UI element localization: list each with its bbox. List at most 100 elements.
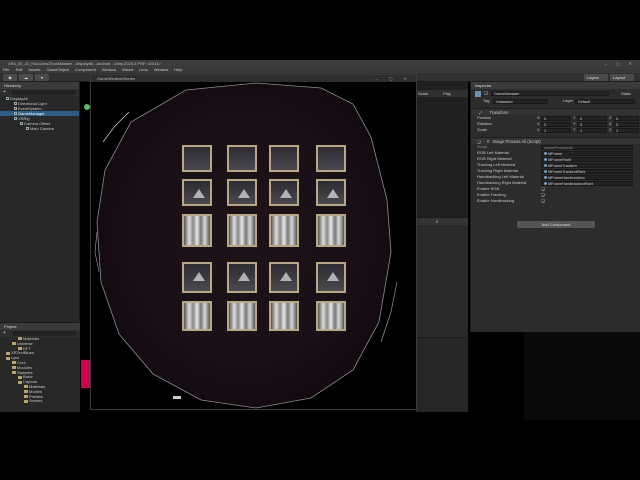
menu-item[interactable]: Edit: [16, 67, 23, 72]
layers-dropdown[interactable]: Layers: [584, 74, 608, 81]
project-tab[interactable]: Project: [0, 323, 80, 330]
material-icon: [544, 176, 547, 179]
menu-item[interactable]: Window: [154, 67, 168, 72]
folder-icon: [6, 351, 10, 355]
game-window-controls[interactable]: – ▢ ✕: [375, 75, 412, 82]
gameobject-icon: [475, 91, 481, 97]
object-header: ✓ GameManager Static: [471, 89, 640, 98]
enable-tracking-checkbox[interactable]: ✓: [541, 193, 545, 198]
folder-icon: [6, 356, 10, 360]
feed-tile: [182, 301, 212, 331]
tree-item-main-camera[interactable]: Main Camera: [0, 126, 79, 131]
scene-view-panel: Scale Play: [416, 82, 468, 217]
material-field[interactable]: MFrameHandtrackingRight: [541, 180, 633, 186]
scale-y[interactable]: 1: [577, 127, 607, 133]
menu-item[interactable]: Help: [174, 67, 182, 72]
folder-icon: [24, 390, 28, 394]
material-field[interactable]: MFrameTracking: [541, 162, 633, 168]
position-x[interactable]: 0: [541, 115, 571, 121]
inspector-tab[interactable]: Inspector: [471, 82, 640, 89]
material-field[interactable]: MFrame: [541, 150, 633, 156]
rotation-z[interactable]: 0: [613, 121, 639, 127]
rotation-x[interactable]: 0: [541, 121, 571, 127]
account-button[interactable]: ◉: [3, 74, 17, 81]
console-panel: [416, 337, 468, 412]
hierarchy-search-input[interactable]: [12, 90, 76, 95]
enable-handtracking-checkbox[interactable]: ✓: [541, 199, 545, 204]
menu-item[interactable]: Window: [102, 67, 116, 72]
camera-icon: [26, 127, 29, 131]
feed-tile: [227, 301, 257, 331]
feed-tile: [227, 262, 257, 293]
letterbox-bottom: [0, 420, 640, 480]
gameobject-icon: [14, 102, 17, 106]
folder-icon: [24, 395, 28, 398]
game-window-titlebar: GameWindowStream – ▢ ✕: [91, 75, 416, 82]
count-badge: 9: [436, 219, 439, 224]
project-search-bar: +: [0, 330, 80, 337]
feed-tile: [182, 145, 212, 172]
scale-x[interactable]: 1: [541, 127, 571, 133]
feed-tile: [269, 179, 299, 206]
transform-header[interactable]: ⤢ Transform: [471, 108, 640, 115]
cloud-icon[interactable]: ☁: [19, 74, 33, 81]
add-component-button[interactable]: Add Component: [517, 221, 595, 228]
feed-tile: [269, 262, 299, 293]
inspector-panel: Inspector ✓ GameManager Static Tag Untag…: [470, 82, 640, 332]
editor-titlebar: XR3_02_21_HaloLens2ToolsMaster - Display…: [0, 60, 640, 67]
feed-tile: [227, 214, 257, 247]
project-folder[interactable]: Scenes: [0, 398, 80, 404]
menu-item[interactable]: File: [3, 67, 9, 72]
material-field[interactable]: MFrameHandtracking: [541, 174, 633, 180]
object-name-field[interactable]: GameManager: [491, 91, 609, 96]
enable-rgb-checkbox[interactable]: ✓: [541, 187, 545, 192]
folder-icon: [24, 399, 28, 403]
scene-icon: [6, 97, 9, 101]
feed-tile: [227, 145, 257, 172]
menu-item[interactable]: Lens: [139, 67, 148, 72]
menu-item[interactable]: Mixed: [122, 67, 133, 72]
menu-item[interactable]: GameObject: [47, 67, 69, 72]
material-icon: [544, 182, 547, 185]
feed-tile: [227, 179, 257, 206]
game-window-title: GameWindowStream: [97, 76, 136, 81]
folder-icon: [18, 380, 22, 384]
feed-tile: [182, 262, 212, 293]
active-checkbox[interactable]: ✓: [484, 91, 488, 96]
feed-tile: [269, 145, 299, 172]
game-view-panel: 9: [416, 217, 468, 337]
rotation-y[interactable]: 0: [577, 121, 607, 127]
feed-tile: [316, 179, 346, 206]
collab-button[interactable]: ▾: [35, 74, 49, 81]
gameobject-icon: [14, 117, 17, 121]
folder-icon: [24, 385, 28, 389]
hierarchy-tab[interactable]: Hierarchy: [0, 82, 79, 89]
menu-item[interactable]: Component: [75, 67, 96, 72]
add-icon[interactable]: +: [3, 89, 6, 96]
material-icon: [544, 170, 547, 173]
notification-strip[interactable]: [81, 360, 90, 388]
project-panel: Project + Materials Universe DFT XRTextB…: [0, 322, 80, 412]
scale-z[interactable]: 1: [613, 127, 639, 133]
static-label[interactable]: Static: [621, 89, 631, 98]
menu-item[interactable]: Assets: [28, 67, 40, 72]
position-z[interactable]: 0: [613, 115, 639, 121]
material-field[interactable]: MFrameTrackingRight: [541, 168, 633, 174]
tag-dropdown[interactable]: Untagged: [493, 98, 548, 104]
material-field[interactable]: MFrameRight: [541, 156, 633, 162]
script-component-header[interactable]: ✓ # Image Process All (Script): [471, 137, 640, 144]
hierarchy-panel: Hierarchy + DisplayAll Directional Light…: [0, 82, 80, 322]
window-controls[interactable]: – ▢ ✕: [604, 60, 636, 67]
gameobject-icon: [20, 122, 23, 126]
scene-toolbar: Scale Play: [416, 90, 468, 97]
layer-dropdown[interactable]: Default: [575, 98, 635, 104]
game-view-tab: 9: [416, 218, 468, 225]
folder-icon: [12, 361, 16, 365]
layout-dropdown[interactable]: Layout: [610, 74, 634, 81]
add-icon[interactable]: +: [3, 330, 6, 337]
project-search-input[interactable]: [12, 331, 76, 336]
position-y[interactable]: 0: [577, 115, 607, 121]
camera-feed-view: [91, 82, 416, 409]
toggle-row: Enable Handtracking ✓: [477, 198, 546, 204]
component-enabled-checkbox[interactable]: ✓: [477, 139, 481, 144]
